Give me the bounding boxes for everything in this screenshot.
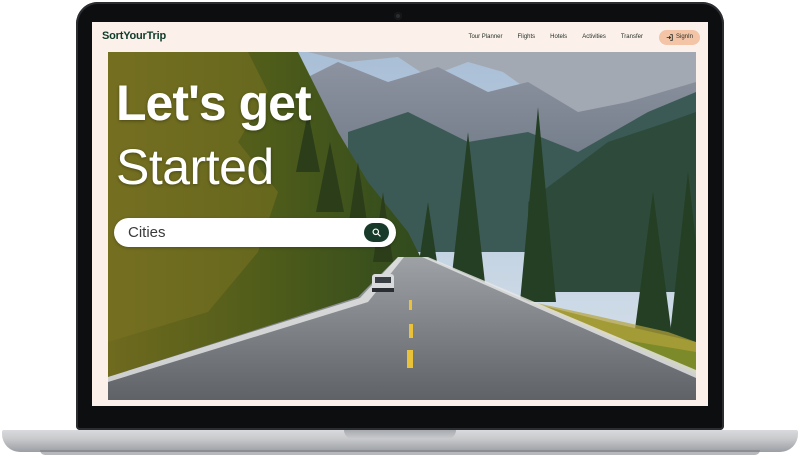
top-navbar: SortYourTrip Tour Planner Flights Hotels… (92, 22, 708, 52)
login-arrow-icon (666, 33, 673, 41)
hero-banner: Let's get Started (108, 52, 696, 400)
signin-label: SignIn (675, 34, 693, 40)
headline-line-2: Started (116, 139, 274, 195)
site-logo[interactable]: SortYourTrip (102, 30, 166, 42)
nav-link-activities[interactable]: Activities (582, 34, 606, 40)
webcam (394, 12, 402, 20)
signin-button[interactable]: SignIn (658, 29, 700, 45)
nav-links: Tour Planner Flights Hotels Activities T… (453, 28, 700, 46)
search-button[interactable] (364, 223, 389, 242)
browser-screen: SortYourTrip Tour Planner Flights Hotels… (92, 22, 708, 406)
nav-link-tour-planner[interactable]: Tour Planner (468, 34, 502, 40)
nav-link-hotels[interactable]: Hotels (550, 34, 567, 40)
search-icon (372, 228, 381, 237)
city-search-bar (114, 218, 396, 247)
nav-link-transfer[interactable]: Transfer (621, 34, 643, 40)
nav-link-flights[interactable]: Flights (518, 34, 536, 40)
city-search-input[interactable] (128, 223, 358, 242)
hero-headline: Let's get Started (116, 75, 312, 195)
laptop-open-notch (344, 430, 456, 439)
headline-line-1: Let's get (116, 75, 312, 131)
laptop-shadow (40, 450, 760, 455)
